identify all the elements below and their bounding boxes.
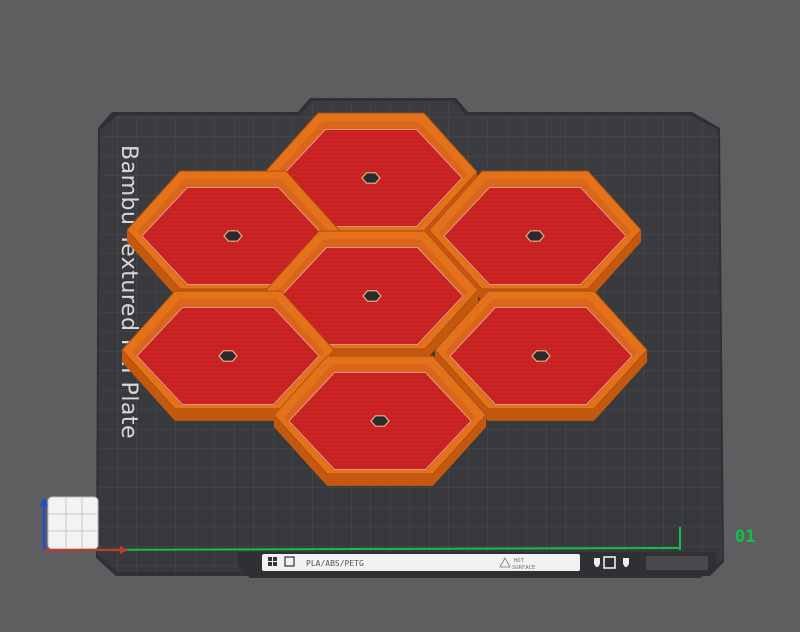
3d-viewport[interactable]: PLA/ABS/PETG HOT SURFACE Bambu Textured … [0,0,800,632]
tray-center-hole [370,415,390,427]
hot-label: HOT [514,558,525,564]
plate-bottom-tab: PLA/ABS/PETG HOT SURFACE [238,552,718,578]
plate-number: 01 [735,527,755,547]
tray-center-hole [362,290,382,302]
tray-center-hole [361,172,381,184]
tray-center-hole [525,230,545,242]
surface-label: SURFACE [512,565,535,571]
tray-center-hole [218,350,238,362]
tray-center-hole [223,230,243,242]
tray-center-hole [531,350,551,362]
filament-types-label: PLA/ABS/PETG [306,559,364,568]
plate-slot [646,556,708,570]
plate-brand-label: Bambu Textured PEI Plate [116,145,141,439]
